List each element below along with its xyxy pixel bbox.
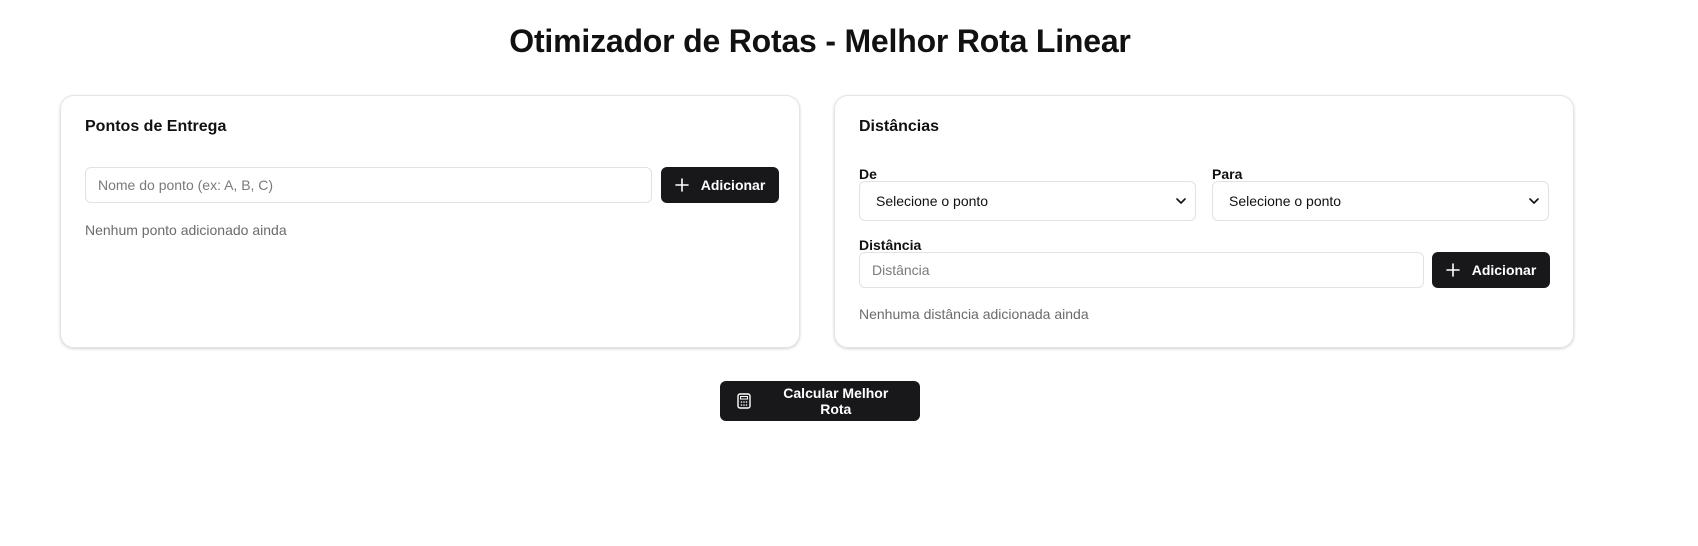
add-distance-button[interactable]: Adicionar <box>1432 252 1550 288</box>
from-select-value: Selecione o ponto <box>876 193 989 209</box>
calculator-icon <box>736 393 752 409</box>
distances-card: Distâncias De Selecione o ponto Para Sel… <box>834 95 1574 348</box>
page-title: Otimizador de Rotas - Melhor Rota Linear <box>509 23 1131 59</box>
to-select[interactable]: Selecione o ponto <box>1212 181 1549 221</box>
chevron-down-icon <box>1175 195 1187 207</box>
distance-label: Distância <box>859 237 922 253</box>
plus-icon <box>1445 262 1460 278</box>
page: Otimizador de Rotas - Melhor Rota Linear… <box>0 0 1698 546</box>
distances-title: Distâncias <box>859 118 940 135</box>
add-distance-label: Adicionar <box>1471 262 1537 278</box>
distance-input[interactable] <box>859 252 1424 288</box>
distances-empty-message: Nenhuma distância adicionada ainda <box>859 306 1089 322</box>
from-select[interactable]: Selecione o ponto <box>859 181 1196 221</box>
plus-icon <box>674 177 689 193</box>
delivery-points-title: Pontos de Entrega <box>85 118 227 135</box>
add-point-button[interactable]: Adicionar <box>661 167 779 203</box>
to-select-value: Selecione o ponto <box>1229 193 1342 209</box>
chevron-down-icon <box>1528 195 1540 207</box>
to-label: Para <box>1212 166 1243 182</box>
from-label: De <box>859 166 877 182</box>
points-empty-message: Nenhum ponto adicionado ainda <box>85 222 287 238</box>
calculate-route-button[interactable]: Calcular Melhor Rota <box>720 381 920 421</box>
calculate-route-label: Calcular Melhor Rota <box>783 385 889 417</box>
delivery-points-card: Pontos de Entrega Adicionar Nenhum ponto… <box>60 95 800 348</box>
add-point-label: Adicionar <box>700 177 766 193</box>
point-name-input[interactable] <box>85 167 652 203</box>
